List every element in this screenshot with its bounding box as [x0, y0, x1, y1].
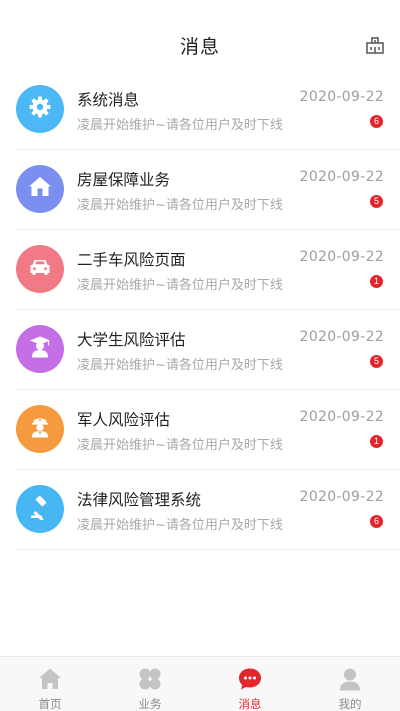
- message-preview: 凌晨开始维护~请各位用户及时下线: [77, 518, 283, 533]
- message-title: 法律风险管理系统: [77, 491, 202, 509]
- unread-badge: 6: [370, 115, 383, 128]
- home-icon: [37, 666, 63, 692]
- tab-home[interactable]: 首页: [0, 657, 100, 711]
- message-avatar: [16, 325, 64, 373]
- message-preview: 凌晨开始维护~请各位用户及时下线: [77, 358, 283, 373]
- user-icon: [337, 666, 363, 692]
- message-preview: 凌晨开始维护~请各位用户及时下线: [77, 118, 283, 133]
- bottom-tab-bar: 首页 业务 消息 我的: [0, 656, 400, 711]
- message-title: 军人风险评估: [77, 411, 171, 429]
- message-title: 系统消息: [77, 91, 140, 109]
- message-avatar: [16, 405, 64, 453]
- gear-icon: [27, 94, 53, 124]
- unread-badge: 5: [370, 355, 383, 368]
- soldier-icon: [27, 414, 53, 444]
- tab-label: 首页: [38, 697, 62, 711]
- tab-business[interactable]: 业务: [100, 657, 200, 711]
- tab-profile[interactable]: 我的: [300, 657, 400, 711]
- message-avatar: [16, 85, 64, 133]
- message-avatar: [16, 165, 64, 213]
- message-item-student[interactable]: 大学生风险评估 凌晨开始维护~请各位用户及时下线 2020-09-22 5: [16, 310, 400, 390]
- chat-icon: [237, 666, 263, 692]
- tab-label: 消息: [238, 697, 262, 711]
- unread-badge: 1: [370, 275, 383, 288]
- graduate-icon: [27, 334, 53, 364]
- message-date: 2020-09-22: [299, 249, 384, 265]
- car-icon: [27, 254, 53, 284]
- gavel-icon: [27, 494, 53, 524]
- message-date: 2020-09-22: [299, 329, 384, 345]
- message-item-system[interactable]: 系统消息 凌晨开始维护~请各位用户及时下线 2020-09-22 6: [16, 70, 400, 150]
- unread-badge: 1: [370, 435, 383, 448]
- message-preview: 凌晨开始维护~请各位用户及时下线: [77, 278, 283, 293]
- tab-label: 业务: [138, 697, 162, 711]
- message-item-soldier[interactable]: 军人风险评估 凌晨开始维护~请各位用户及时下线 2020-09-22 1: [16, 390, 400, 470]
- message-title: 大学生风险评估: [77, 331, 186, 349]
- unread-badge: 6: [370, 515, 383, 528]
- message-date: 2020-09-22: [299, 89, 384, 105]
- message-avatar: [16, 245, 64, 293]
- tab-messages[interactable]: 消息: [200, 657, 300, 711]
- clover-icon: [137, 666, 163, 692]
- page-title: 消息: [179, 36, 220, 58]
- building-icon[interactable]: [365, 35, 385, 55]
- unread-badge: 5: [370, 195, 383, 208]
- message-date: 2020-09-22: [299, 489, 384, 505]
- tab-label: 我的: [338, 697, 362, 711]
- message-avatar: [16, 485, 64, 533]
- message-date: 2020-09-22: [299, 169, 384, 185]
- message-list: 系统消息 凌晨开始维护~请各位用户及时下线 2020-09-22 6 房屋保障业…: [0, 70, 400, 550]
- header: 消息: [0, 0, 400, 80]
- message-item-legal[interactable]: 法律风险管理系统 凌晨开始维护~请各位用户及时下线 2020-09-22 6: [16, 470, 400, 550]
- message-preview: 凌晨开始维护~请各位用户及时下线: [77, 198, 283, 213]
- message-date: 2020-09-22: [299, 409, 384, 425]
- message-item-used-car[interactable]: 二手车风险页面 凌晨开始维护~请各位用户及时下线 2020-09-22 1: [16, 230, 400, 310]
- house-icon: [27, 174, 53, 204]
- message-title: 二手车风险页面: [77, 251, 186, 269]
- message-item-housing[interactable]: 房屋保障业务 凌晨开始维护~请各位用户及时下线 2020-09-22 5: [16, 150, 400, 230]
- message-preview: 凌晨开始维护~请各位用户及时下线: [77, 438, 283, 453]
- message-title: 房屋保障业务: [77, 171, 171, 189]
